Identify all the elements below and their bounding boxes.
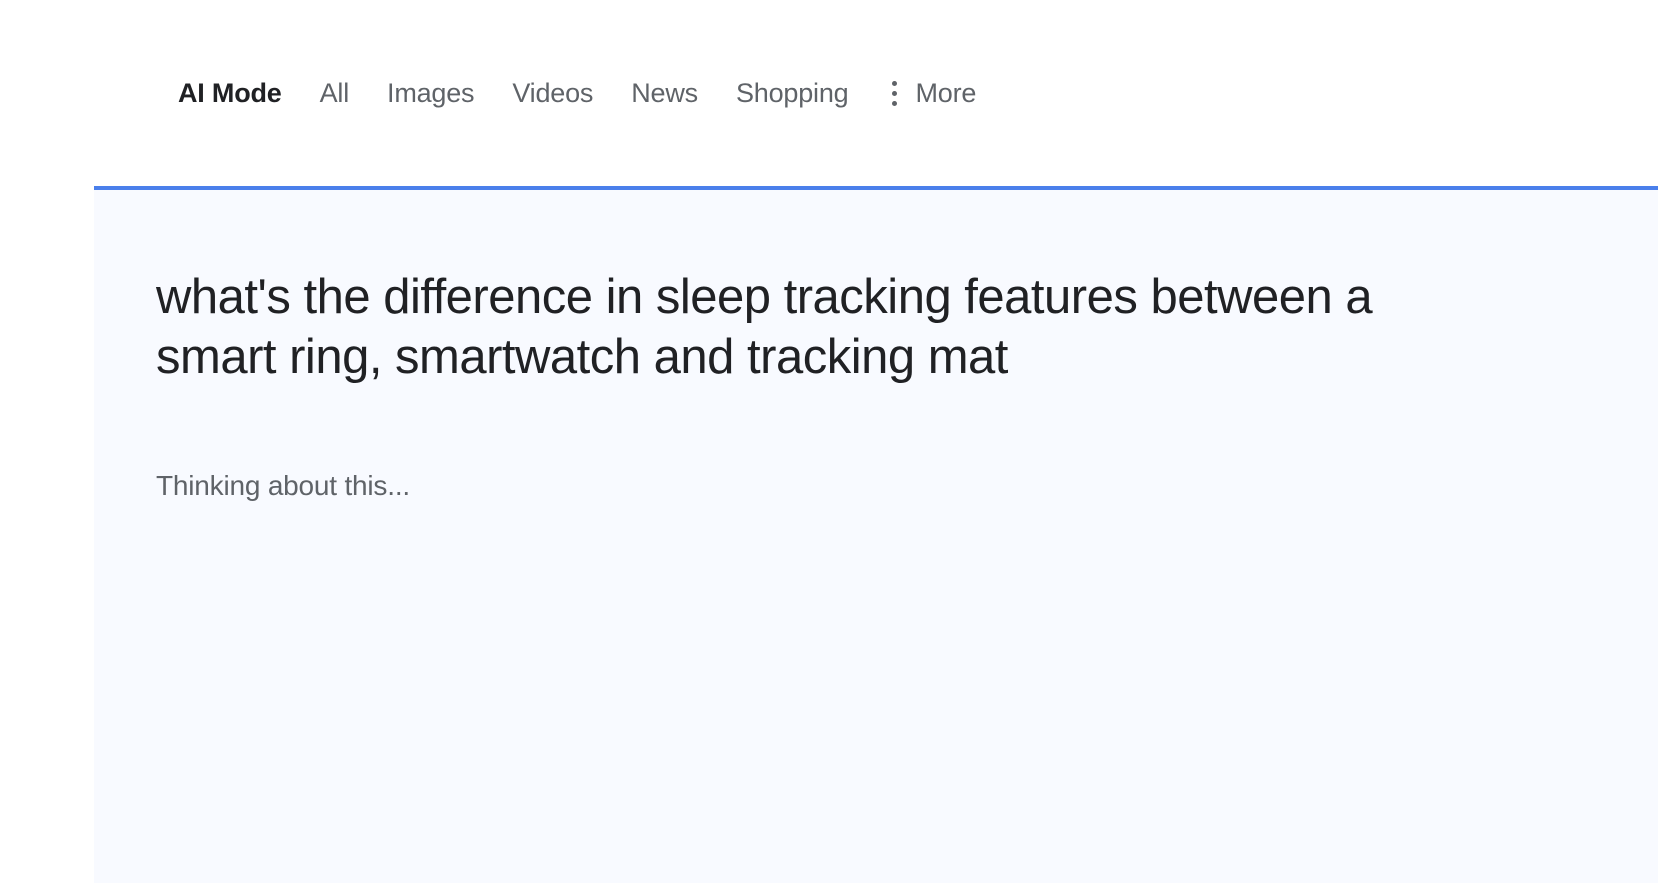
more-group[interactable]: More xyxy=(892,78,976,109)
more-vert-icon xyxy=(892,81,897,106)
tab-all[interactable]: All xyxy=(320,78,349,109)
tab-videos[interactable]: Videos xyxy=(512,78,593,109)
tab-shopping[interactable]: Shopping xyxy=(736,78,849,109)
search-tabs: AI Mode All Images Videos News Shopping … xyxy=(0,0,1658,186)
tab-ai-mode[interactable]: AI Mode xyxy=(178,78,282,109)
ai-content-panel: what's the difference in sleep tracking … xyxy=(94,186,1658,883)
tab-news[interactable]: News xyxy=(631,78,698,109)
thinking-status: Thinking about this... xyxy=(156,470,1596,502)
tab-more-label: More xyxy=(915,78,976,109)
tab-images[interactable]: Images xyxy=(387,78,474,109)
search-query-text: what's the difference in sleep tracking … xyxy=(156,268,1376,388)
